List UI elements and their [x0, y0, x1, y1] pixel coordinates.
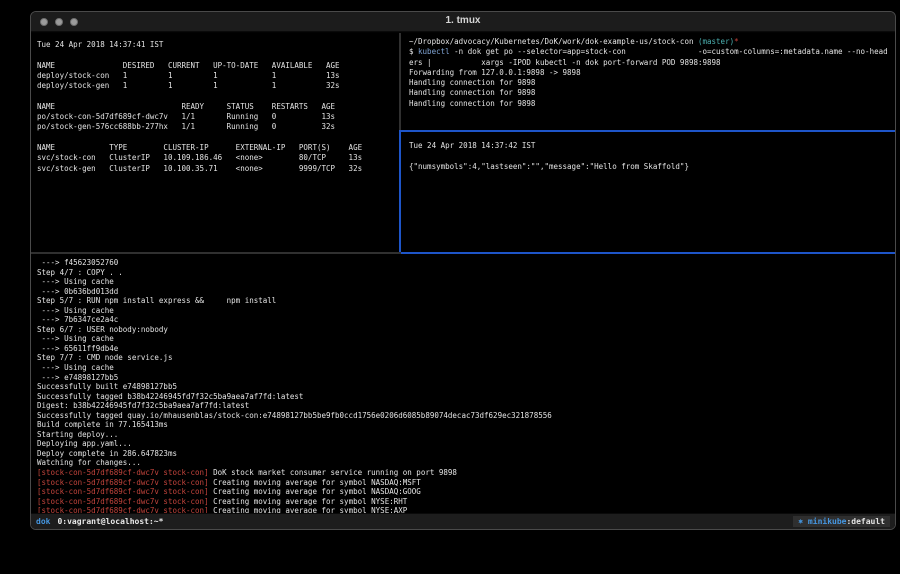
- terminal-line: {"numsymbols":4,"lastseen":"","message":…: [409, 162, 895, 172]
- terminal-line: Handling connection for 9898: [409, 78, 895, 88]
- terminal-line: Handling connection for 9898: [409, 99, 895, 109]
- pane-skaffold-build-log[interactable]: ---> f45623052760Step 4/7 : COPY . . ---…: [31, 254, 895, 513]
- terminal-line: [37, 50, 399, 60]
- terminal-line: [stock-con-5d7df689cf-dwc7v stock-con] C…: [37, 506, 895, 513]
- terminal-line: ---> Using cache: [37, 334, 895, 344]
- status-window-tab[interactable]: 0:vagrant@localhost:~*: [57, 517, 163, 526]
- terminal-line: ers | xargs -IPOD kubectl -n dok port-fo…: [409, 58, 895, 68]
- terminal-line: svc/stock-con ClusterIP 10.109.186.46 <n…: [37, 153, 399, 163]
- terminal-line: Tue 24 Apr 2018 14:37:41 IST: [37, 40, 399, 50]
- status-session-name: dok: [36, 517, 50, 526]
- terminal-line: Step 6/7 : USER nobody:nobody: [37, 325, 895, 335]
- right-pane-column: ~/Dropbox/advocacy/Kubernetes/DoK/work/d…: [401, 33, 895, 252]
- tmux-status-bar: dok 0:vagrant@localhost:~* ⎈ minikube :d…: [31, 513, 895, 529]
- status-kube-context: ⎈ minikube :default: [793, 516, 890, 527]
- terminal-line: Successfully built e74898127bb5: [37, 382, 895, 392]
- terminal-line: po/stock-gen-576cc688bb-277hx 1/1 Runnin…: [37, 122, 399, 132]
- terminal-line: ~/Dropbox/advocacy/Kubernetes/DoK/work/d…: [409, 37, 895, 47]
- terminal-line: Successfully tagged quay.io/mhausenblas/…: [37, 411, 895, 421]
- terminal-line: [37, 91, 399, 101]
- terminal-line: Successfully tagged b38b42246945fd7f32c5…: [37, 392, 895, 402]
- terminal-line: ---> 0b636bd013dd: [37, 287, 895, 297]
- terminal-line: Watching for changes...: [37, 458, 895, 468]
- terminal-line: ---> f45623052760: [37, 258, 895, 268]
- terminal-line: Deploying app.yaml...: [37, 439, 895, 449]
- kube-context-icon-label: ⎈ minikube: [798, 517, 846, 526]
- window-titlebar[interactable]: 1. tmux: [31, 12, 895, 32]
- terminal-line: svc/stock-gen ClusterIP 10.100.35.71 <no…: [37, 164, 399, 174]
- terminal-window: 1. tmux Tue 24 Apr 2018 14:37:41 IST NAM…: [30, 11, 896, 530]
- terminal-line: Handling connection for 9898: [409, 88, 895, 98]
- terminal-line: Step 5/7 : RUN npm install express && np…: [37, 296, 895, 306]
- terminal-line: NAME DESIRED CURRENT UP-TO-DATE AVAILABL…: [37, 61, 399, 71]
- terminal-line: Build complete in 77.165413ms: [37, 420, 895, 430]
- terminal-line: po/stock-con-5d7df689cf-dwc7v 1/1 Runnin…: [37, 112, 399, 122]
- terminal-line: Forwarding from 127.0.0.1:9898 -> 9898: [409, 68, 895, 78]
- terminal-line: [stock-con-5d7df689cf-dwc7v stock-con] C…: [37, 497, 895, 507]
- terminal-line: ---> 65611ff9db4e: [37, 344, 895, 354]
- tmux-session: Tue 24 Apr 2018 14:37:41 IST NAME DESIRE…: [31, 33, 895, 529]
- terminal-line: NAME READY STATUS RESTARTS AGE: [37, 102, 399, 112]
- terminal-line: ---> Using cache: [37, 277, 895, 287]
- pane-service-response[interactable]: Tue 24 Apr 2018 14:37:42 IST {"numsymbol…: [401, 132, 895, 252]
- terminal-line: [37, 133, 399, 143]
- pane-kubectl-watch[interactable]: Tue 24 Apr 2018 14:37:41 IST NAME DESIRE…: [31, 33, 399, 252]
- terminal-line: [stock-con-5d7df689cf-dwc7v stock-con] C…: [37, 487, 895, 497]
- terminal-line: $ kubectl -n dok get po --selector=app=s…: [409, 47, 895, 57]
- terminal-line: [409, 151, 895, 161]
- terminal-line: ---> Using cache: [37, 363, 895, 373]
- top-pane-row: Tue 24 Apr 2018 14:37:41 IST NAME DESIRE…: [31, 33, 895, 252]
- terminal-line: ---> 7b6347ce2a4c: [37, 315, 895, 325]
- pane-port-forward[interactable]: ~/Dropbox/advocacy/Kubernetes/DoK/work/d…: [401, 33, 895, 130]
- terminal-line: NAME TYPE CLUSTER-IP EXTERNAL-IP PORT(S)…: [37, 143, 399, 153]
- terminal-line: Step 4/7 : COPY . .: [37, 268, 895, 278]
- terminal-line: Digest: b38b42246945fd7f32c5ba9aea7af7fd…: [37, 401, 895, 411]
- terminal-line: Tue 24 Apr 2018 14:37:42 IST: [409, 141, 895, 151]
- terminal-line: [stock-con-5d7df689cf-dwc7v stock-con] D…: [37, 468, 895, 478]
- terminal-line: Starting deploy...: [37, 430, 895, 440]
- terminal-line: deploy/stock-con 1 1 1 1 13s: [37, 71, 399, 81]
- terminal-line: deploy/stock-gen 1 1 1 1 32s: [37, 81, 399, 91]
- window-title: 1. tmux: [31, 15, 895, 26]
- kube-namespace-label: :default: [846, 517, 885, 526]
- terminal-line: ---> Using cache: [37, 306, 895, 316]
- terminal-line: Step 7/7 : CMD node service.js: [37, 353, 895, 363]
- terminal-line: Deploy complete in 286.647823ms: [37, 449, 895, 459]
- terminal-line: ---> e74898127bb5: [37, 373, 895, 383]
- terminal-line: [stock-con-5d7df689cf-dwc7v stock-con] C…: [37, 478, 895, 488]
